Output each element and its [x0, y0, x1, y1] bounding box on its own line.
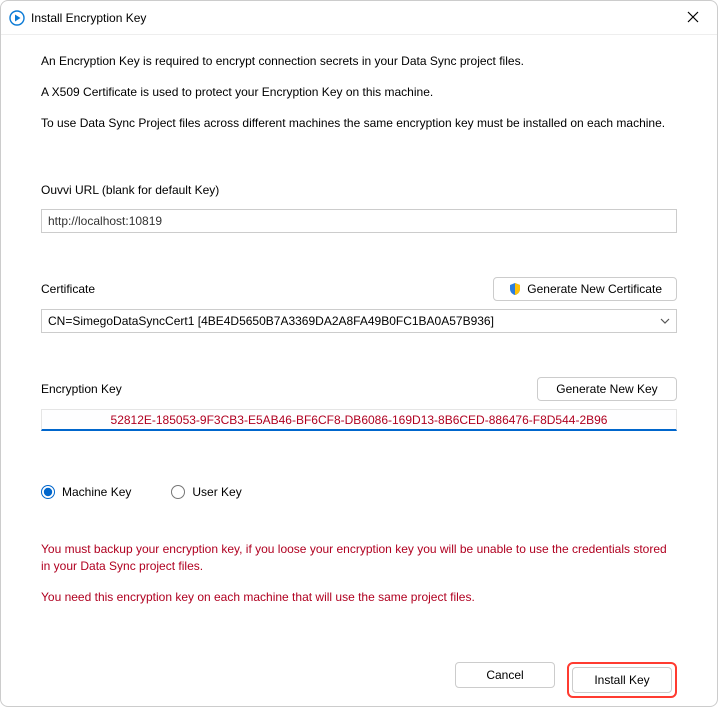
dialog-footer: Cancel Install Key: [41, 662, 677, 698]
chevron-down-icon: [660, 316, 670, 327]
generate-certificate-label: Generate New Certificate: [527, 282, 662, 296]
warning-line-2: You need this encryption key on each mac…: [41, 589, 677, 606]
key-scope-radios: Machine Key User Key: [41, 485, 677, 499]
certificate-value: CN=SimegoDataSyncCert1 [4BE4D5650B7A3369…: [48, 314, 494, 328]
intro-line-3: To use Data Sync Project files across di…: [41, 115, 677, 132]
dialog-content: An Encryption Key is required to encrypt…: [1, 35, 717, 716]
titlebar: Install Encryption Key: [1, 1, 717, 35]
install-key-button[interactable]: Install Key: [572, 667, 672, 693]
generate-key-button[interactable]: Generate New Key: [537, 377, 677, 401]
url-label: Ouvvi URL (blank for default Key): [41, 183, 677, 197]
certificate-section: Certificate Generate New Certificate CN=…: [41, 277, 677, 333]
user-key-radio-input[interactable]: [171, 485, 185, 499]
generate-key-label: Generate New Key: [556, 382, 657, 396]
install-key-highlight: Install Key: [567, 662, 677, 698]
certificate-dropdown[interactable]: CN=SimegoDataSyncCert1 [4BE4D5650B7A3369…: [41, 309, 677, 333]
machine-key-radio[interactable]: Machine Key: [41, 485, 131, 499]
machine-key-radio-input[interactable]: [41, 485, 55, 499]
window-title: Install Encryption Key: [31, 11, 679, 25]
close-icon[interactable]: [679, 6, 707, 30]
warning-line-1: You must backup your encryption key, if …: [41, 541, 677, 575]
app-icon: [9, 10, 25, 26]
user-key-radio[interactable]: User Key: [171, 485, 241, 499]
warning-text: You must backup your encryption key, if …: [41, 541, 677, 605]
url-section: Ouvvi URL (blank for default Key): [41, 183, 677, 233]
url-input[interactable]: [41, 209, 677, 233]
machine-key-label: Machine Key: [62, 485, 131, 499]
intro-line-2: A X509 Certificate is used to protect yo…: [41, 84, 677, 101]
encryption-key-field[interactable]: 52812E-185053-9F3CB3-E5AB46-BF6CF8-DB608…: [41, 409, 677, 431]
encryption-key-section: Encryption Key Generate New Key 52812E-1…: [41, 377, 677, 431]
intro-line-1: An Encryption Key is required to encrypt…: [41, 53, 677, 70]
certificate-label: Certificate: [41, 282, 95, 296]
intro-text: An Encryption Key is required to encrypt…: [41, 53, 677, 131]
user-key-label: User Key: [192, 485, 241, 499]
shield-icon: [508, 282, 522, 296]
cancel-button[interactable]: Cancel: [455, 662, 555, 688]
encryption-key-label: Encryption Key: [41, 382, 122, 396]
generate-certificate-button[interactable]: Generate New Certificate: [493, 277, 677, 301]
